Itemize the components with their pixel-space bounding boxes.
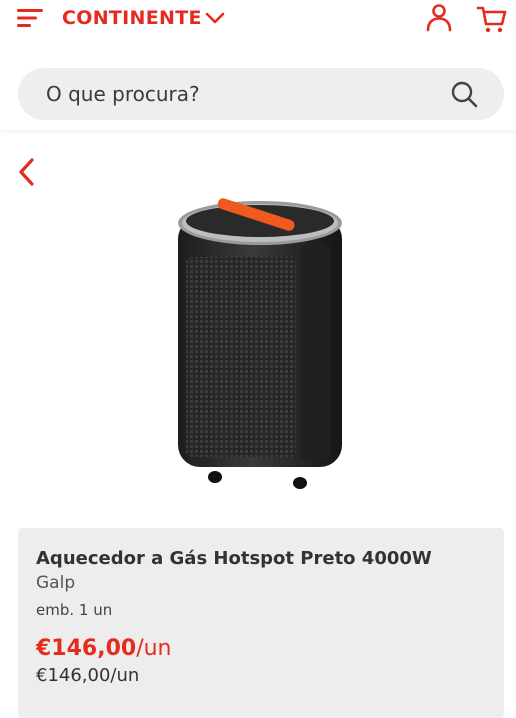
user-icon[interactable] xyxy=(424,2,454,32)
search-icon[interactable] xyxy=(450,80,478,108)
product-price: €146,00/un xyxy=(36,636,172,661)
top-header: CONTINENTE xyxy=(0,0,516,130)
search-bar[interactable] xyxy=(18,68,504,120)
product-price-per-unit: €146,00/un xyxy=(36,665,140,686)
product-info-card: Aquecedor a Gás Hotspot Preto 4000W Galp… xyxy=(18,528,504,718)
cart-icon[interactable] xyxy=(476,4,508,34)
product-package: emb. 1 un xyxy=(36,601,113,619)
price-unit: /un xyxy=(136,636,172,661)
product-brand: Galp xyxy=(36,573,76,593)
chevron-left-icon[interactable] xyxy=(16,156,38,188)
price-value: €146,00 xyxy=(36,636,137,661)
gas-heater-image xyxy=(178,198,342,489)
chevron-down-icon[interactable] xyxy=(204,9,226,27)
search-input[interactable] xyxy=(46,68,436,120)
hamburger-menu-icon[interactable] xyxy=(16,6,44,30)
continente-logo[interactable]: CONTINENTE xyxy=(62,7,202,29)
product-title[interactable]: Aquecedor a Gás Hotspot Preto 4000W xyxy=(36,548,432,569)
